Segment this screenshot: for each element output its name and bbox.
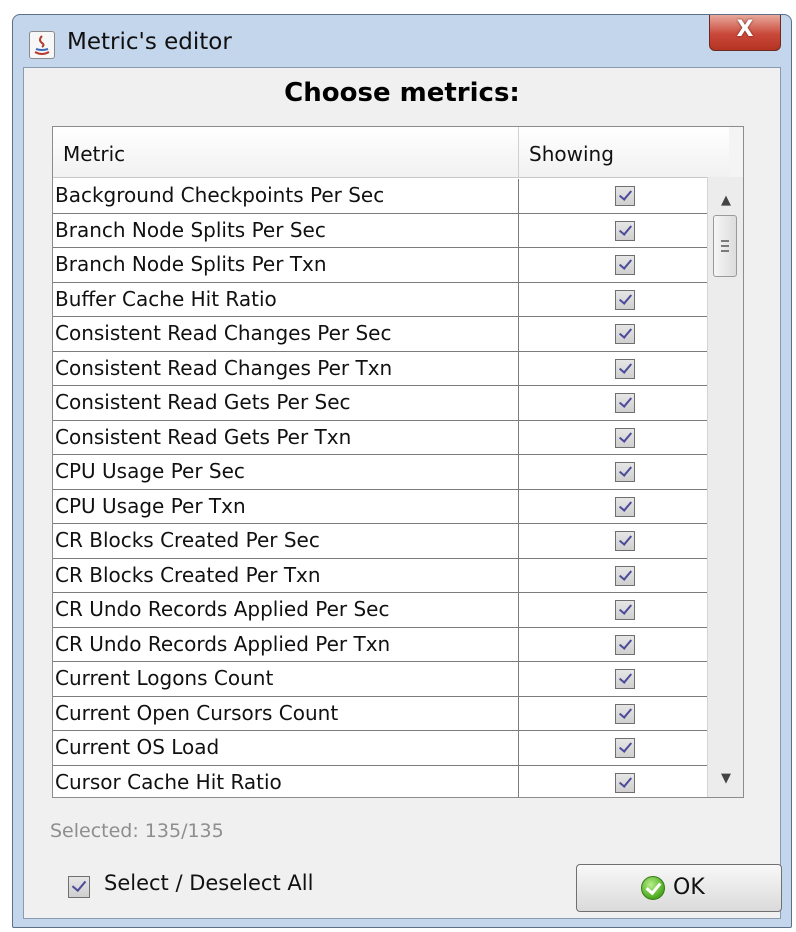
select-all-label[interactable]: Select / Deselect All <box>104 871 313 895</box>
column-header-showing[interactable]: Showing <box>519 127 731 177</box>
showing-cell <box>519 524 731 558</box>
showing-cell <box>519 214 731 248</box>
window-title: Metric's editor <box>67 29 232 55</box>
showing-cell <box>519 283 731 317</box>
showing-cell <box>519 352 731 386</box>
showing-checkbox[interactable] <box>615 738 635 758</box>
showing-checkbox[interactable] <box>615 772 635 793</box>
table-row[interactable]: CR Blocks Created Per Sec <box>53 524 731 559</box>
header-corner <box>729 127 743 177</box>
table-header: Metric Showing <box>53 127 731 178</box>
showing-checkbox[interactable] <box>615 703 635 724</box>
vertical-scrollbar[interactable]: ▲ ▼ <box>707 177 743 797</box>
table-row[interactable]: Cursor Cache Hit Ratio <box>53 765 731 798</box>
table-row[interactable]: Consistent Read Changes Per Txn <box>53 351 731 386</box>
scroll-thumb[interactable] <box>713 215 737 277</box>
showing-cell <box>519 662 731 696</box>
table-row[interactable]: Buffer Cache Hit Ratio <box>53 282 731 317</box>
metric-name-cell: Consistent Read Gets Per Sec <box>53 386 519 420</box>
showing-cell <box>519 248 731 282</box>
metric-name-cell: CR Undo Records Applied Per Txn <box>53 627 519 661</box>
showing-cell <box>519 455 731 489</box>
metric-name-cell: Background Checkpoints Per Sec <box>53 179 519 213</box>
metric-name-cell: Consistent Read Changes Per Sec <box>53 317 519 351</box>
showing-checkbox[interactable] <box>615 255 635 275</box>
showing-cell <box>519 766 731 798</box>
table-row[interactable]: Branch Node Splits Per Sec <box>53 213 731 248</box>
showing-cell <box>519 628 731 662</box>
table-row[interactable]: Consistent Read Gets Per Txn <box>53 420 731 455</box>
table-row[interactable]: Current Open Cursors Count <box>53 696 731 731</box>
table-row[interactable]: Consistent Read Gets Per Sec <box>53 386 731 421</box>
showing-checkbox[interactable] <box>615 220 635 241</box>
showing-checkbox[interactable] <box>615 531 635 551</box>
title-bar: Metric's editor X <box>13 15 791 73</box>
showing-cell <box>519 593 731 627</box>
showing-cell <box>519 731 731 765</box>
showing-cell <box>519 179 731 213</box>
metric-name-cell: Current Open Cursors Count <box>53 696 519 730</box>
scroll-down-arrow-icon[interactable]: ▼ <box>708 761 743 797</box>
showing-cell <box>519 421 731 455</box>
showing-checkbox[interactable] <box>615 427 635 448</box>
showing-checkbox[interactable] <box>615 565 635 586</box>
ok-button[interactable]: OK <box>576 864 782 912</box>
table-row[interactable]: Consistent Read Changes Per Sec <box>53 317 731 352</box>
showing-checkbox[interactable] <box>615 393 635 413</box>
showing-checkbox[interactable] <box>615 600 635 620</box>
java-icon <box>29 31 55 59</box>
metric-name-cell: Buffer Cache Hit Ratio <box>53 282 519 316</box>
metric-name-cell: CPU Usage Per Sec <box>53 455 519 489</box>
metric-name-cell: CPU Usage Per Txn <box>53 489 519 523</box>
column-header-metric[interactable]: Metric <box>53 127 519 177</box>
close-icon: X <box>736 17 754 42</box>
metric-name-cell: Consistent Read Changes Per Txn <box>53 351 519 385</box>
ok-label: OK <box>673 875 705 900</box>
metrics-editor-window: Metric's editor X Choose metrics: Metric… <box>12 14 792 928</box>
metric-name-cell: CR Undo Records Applied Per Sec <box>53 593 519 627</box>
grip-line <box>721 240 729 242</box>
metric-name-cell: Branch Node Splits Per Sec <box>53 213 519 247</box>
showing-checkbox[interactable] <box>615 289 635 310</box>
table-row[interactable]: Current OS Load <box>53 731 731 766</box>
table-rows: Background Checkpoints Per Sec Branch Nod… <box>53 179 731 797</box>
metric-name-cell: Cursor Cache Hit Ratio <box>53 765 519 797</box>
showing-checkbox[interactable] <box>615 462 635 482</box>
table-row[interactable]: CR Undo Records Applied Per Sec <box>53 593 731 628</box>
showing-cell <box>519 386 731 420</box>
select-all-checkbox[interactable] <box>68 876 90 898</box>
metric-name-cell: CR Blocks Created Per Sec <box>53 524 519 558</box>
scroll-up-arrow-icon[interactable]: ▲ <box>708 183 743 219</box>
metric-name-cell: CR Blocks Created Per Txn <box>53 558 519 592</box>
showing-checkbox[interactable] <box>615 496 635 517</box>
showing-checkbox[interactable] <box>615 669 635 689</box>
dialog-body: Choose metrics: Metric Showing Backgroun… <box>23 67 782 919</box>
showing-checkbox[interactable] <box>615 634 635 655</box>
metric-name-cell: Current Logons Count <box>53 662 519 696</box>
showing-cell <box>519 559 731 593</box>
metric-name-cell: Current OS Load <box>53 731 519 765</box>
showing-checkbox[interactable] <box>615 358 635 379</box>
metric-name-cell: Consistent Read Gets Per Txn <box>53 420 519 454</box>
grip-line <box>721 245 729 247</box>
table-row[interactable]: CPU Usage Per Txn <box>53 489 731 524</box>
check-circle-icon <box>641 876 665 900</box>
showing-cell <box>519 317 731 351</box>
selected-count: Selected: 135/135 <box>50 820 224 842</box>
grip-line <box>721 250 729 252</box>
showing-checkbox[interactable] <box>615 186 635 206</box>
table-row[interactable]: CR Undo Records Applied Per Txn <box>53 627 731 662</box>
table-row[interactable]: Background Checkpoints Per Sec <box>53 179 731 214</box>
table-row[interactable]: CPU Usage Per Sec <box>53 455 731 490</box>
dialog-heading: Choose metrics: <box>284 78 520 108</box>
showing-cell <box>519 697 731 731</box>
metrics-table: Metric Showing Background Checkpoints Pe… <box>52 126 744 798</box>
table-row[interactable]: Branch Node Splits Per Txn <box>53 248 731 283</box>
showing-checkbox[interactable] <box>615 324 635 344</box>
showing-cell <box>519 490 731 524</box>
table-row[interactable]: CR Blocks Created Per Txn <box>53 558 731 593</box>
table-row[interactable]: Current Logons Count <box>53 662 731 697</box>
close-button[interactable]: X <box>709 15 781 51</box>
metric-name-cell: Branch Node Splits Per Txn <box>53 248 519 282</box>
